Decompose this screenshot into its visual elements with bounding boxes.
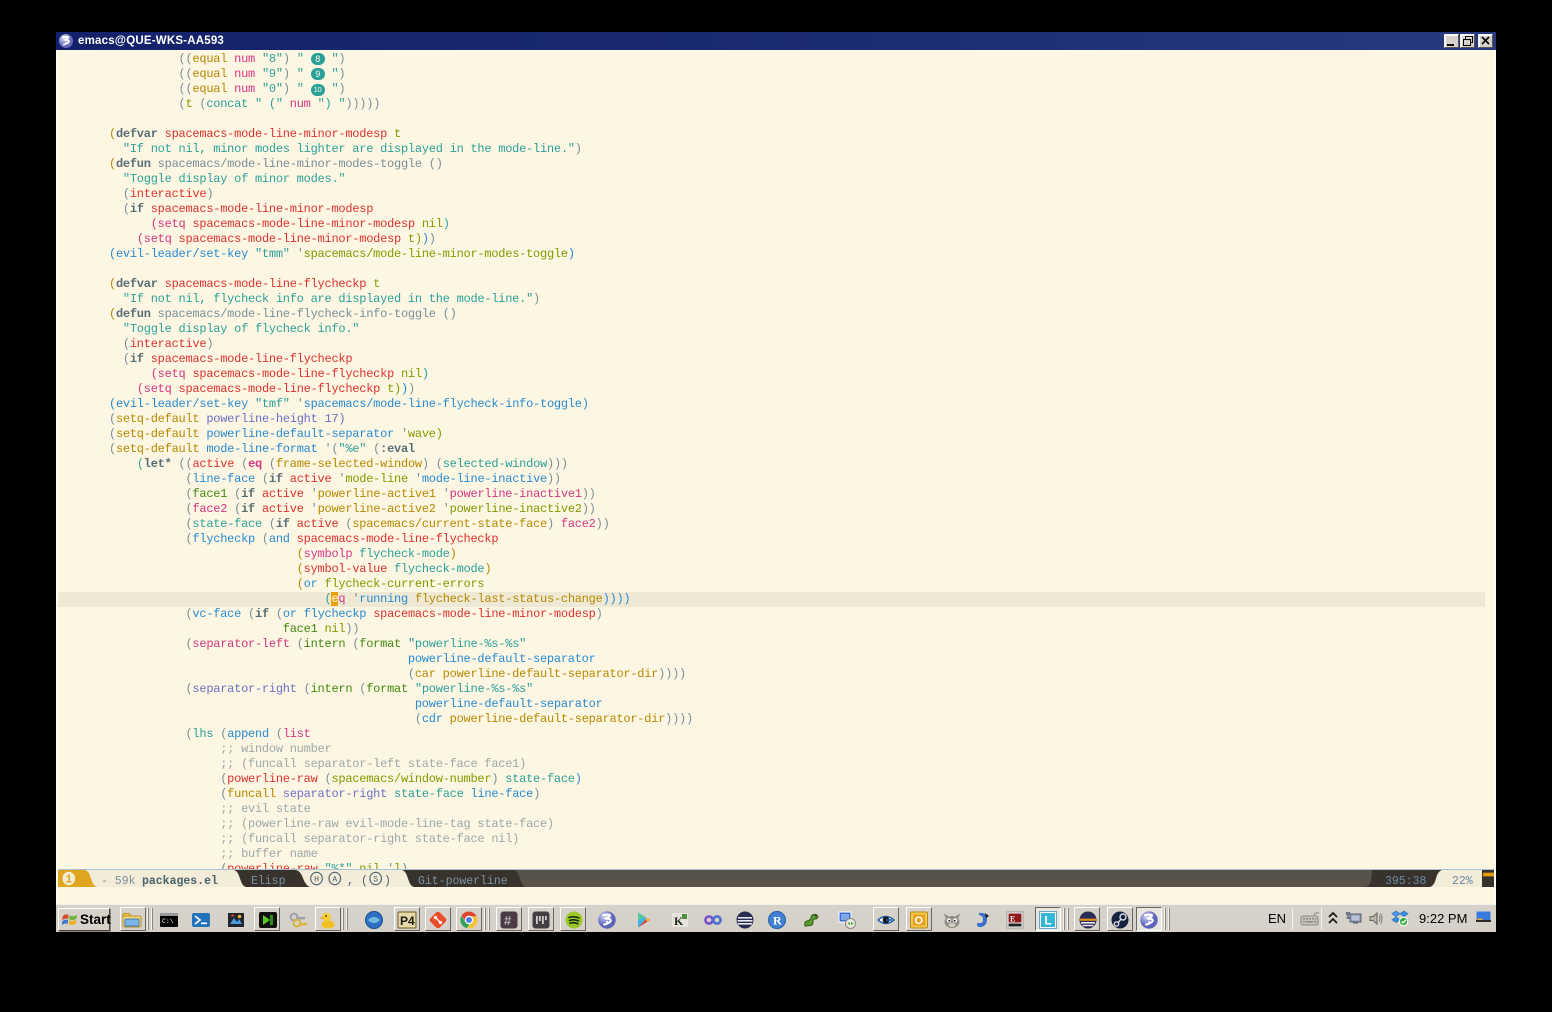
svg-text:395:38: 395:38 bbox=[1385, 874, 1426, 887]
svg-text:H: H bbox=[314, 875, 319, 884]
svg-text:packages.el: packages.el bbox=[142, 874, 218, 887]
svg-text:(: ( bbox=[361, 874, 368, 887]
svg-text:- 59k: - 59k bbox=[101, 874, 135, 887]
svg-text:E: E bbox=[1010, 914, 1015, 923]
svg-text:Elisp: Elisp bbox=[251, 874, 285, 887]
svg-text:A: A bbox=[332, 875, 337, 884]
svg-text:,: , bbox=[347, 874, 354, 887]
svg-text:#: # bbox=[504, 913, 512, 928]
svg-text:): ) bbox=[384, 874, 391, 887]
svg-text:Git-powerline: Git-powerline bbox=[418, 874, 508, 887]
svg-text:L: L bbox=[1045, 915, 1052, 927]
svg-text:R: R bbox=[773, 913, 782, 927]
svg-text:P4: P4 bbox=[400, 914, 415, 928]
svg-text:O: O bbox=[915, 915, 924, 927]
svg-text:C:\: C:\ bbox=[162, 918, 174, 925]
svg-text:1: 1 bbox=[65, 875, 72, 887]
svg-text:22%: 22% bbox=[1452, 874, 1474, 887]
svg-text:S: S bbox=[373, 875, 378, 884]
